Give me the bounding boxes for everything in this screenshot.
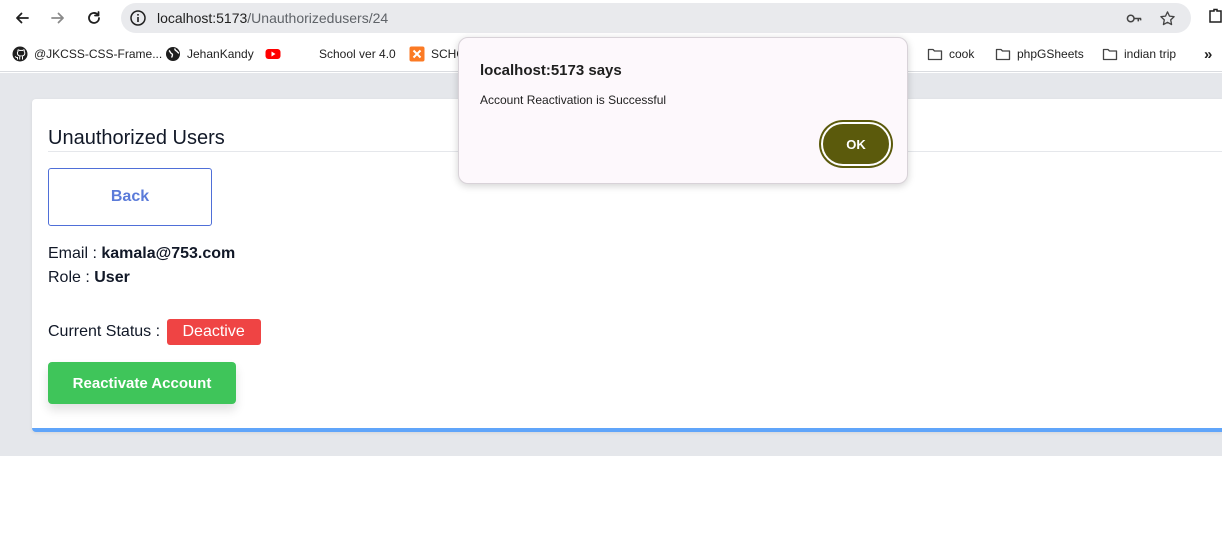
- back-arrow-icon[interactable]: [9, 5, 35, 31]
- site-info-icon[interactable]: [129, 9, 147, 27]
- ok-button[interactable]: OK: [821, 122, 891, 166]
- bookmark-item[interactable]: @JKCSS-CSS-Frame...: [12, 45, 162, 63]
- password-key-icon[interactable]: [1126, 10, 1143, 27]
- bookmark-folder[interactable]: phpGSheets: [995, 45, 1084, 63]
- email-label: Email :: [48, 245, 102, 262]
- github-icon: [12, 46, 28, 62]
- forward-arrow-icon[interactable]: [45, 5, 71, 31]
- status-label: Current Status :: [48, 323, 165, 340]
- reactivate-account-button[interactable]: Reactivate Account: [48, 362, 236, 404]
- bookmark-star-icon[interactable]: [1159, 10, 1176, 27]
- bookmark-item[interactable]: JehanKandy: [165, 45, 254, 63]
- reload-icon[interactable]: [81, 5, 107, 31]
- more-bookmarks-button[interactable]: »: [1204, 45, 1212, 63]
- bookmark-item[interactable]: School ver 4.0: [319, 45, 396, 63]
- bookmark-item[interactable]: [265, 45, 281, 63]
- youtube-icon: [265, 49, 281, 59]
- folder-icon: [995, 48, 1011, 61]
- role-row: Role : User: [48, 269, 130, 287]
- bookmark-folder[interactable]: cook: [927, 45, 974, 63]
- folder-icon: [927, 48, 943, 61]
- dialog-message: Account Reactivation is Successful: [480, 93, 667, 107]
- role-label: Role :: [48, 269, 95, 286]
- email-value: kamala@753.com: [101, 245, 236, 262]
- address-bar[interactable]: localhost:5173/Unauthorizedusers/24: [121, 3, 1191, 33]
- url-text: localhost:5173/Unauthorizedusers/24: [157, 10, 389, 26]
- bookmark-folder[interactable]: indian trip: [1102, 45, 1176, 63]
- xampp-icon: [409, 46, 425, 62]
- folder-icon: [1102, 48, 1118, 61]
- alert-dialog: localhost:5173 says Account Reactivation…: [458, 37, 908, 184]
- status-badge: Deactive: [166, 319, 261, 345]
- role-value: User: [94, 269, 130, 286]
- browser-toolbar: localhost:5173/Unauthorizedusers/24: [0, 0, 1222, 36]
- dialog-title: localhost:5173 says: [480, 62, 622, 79]
- page-title: Unauthorized Users: [48, 127, 225, 149]
- status-row: Current Status : Deactive: [48, 319, 261, 345]
- email-row: Email : kamala@753.com: [48, 245, 235, 263]
- extensions-icon[interactable]: [1208, 8, 1222, 24]
- globe-icon: [166, 47, 180, 61]
- back-button[interactable]: Back: [48, 168, 212, 226]
